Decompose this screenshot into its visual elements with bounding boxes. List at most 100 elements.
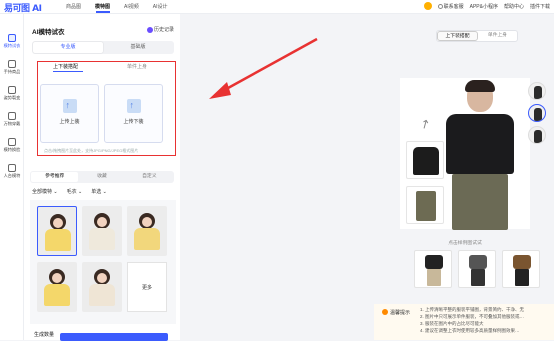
vip-icon[interactable]: [423, 2, 432, 10]
sidebar-item-mannequin[interactable]: 人台模特: [0, 164, 24, 179]
model-pants: [452, 174, 508, 230]
sample-combo[interactable]: [502, 250, 540, 288]
filter-category-label: 毛衣: [66, 189, 77, 195]
sample-combo[interactable]: [458, 250, 496, 288]
sidebar-item-handheld[interactable]: 手持商品: [0, 60, 24, 75]
model-shirt: [89, 284, 115, 306]
shirt-icon: [8, 34, 16, 42]
preview-thumb[interactable]: [528, 104, 546, 122]
sidebar-item-faceswap[interactable]: 模特换脸: [0, 138, 24, 153]
model-thumb[interactable]: [37, 262, 77, 312]
preview-thumb[interactable]: [528, 82, 546, 100]
contact-link[interactable]: 联系客服: [437, 3, 464, 10]
mode-basic[interactable]: 基础版: [103, 42, 173, 53]
nav-item-model-image[interactable]: 模特图: [95, 3, 110, 13]
filter-category[interactable]: 毛衣 ⌄: [67, 188, 83, 195]
model-thumb[interactable]: [82, 262, 122, 312]
chevron-down-icon: ⌄: [53, 189, 58, 195]
filter-model-label: 全部模特: [32, 189, 53, 195]
model-photo: [94, 213, 110, 229]
sample-combo[interactable]: [414, 250, 452, 288]
tips-label: 温馨提示: [390, 310, 411, 316]
tab-recommend[interactable]: 参考推荐: [31, 172, 79, 182]
model-thumb[interactable]: [82, 206, 122, 256]
model-thumb[interactable]: [127, 206, 167, 256]
preview-thumb[interactable]: [528, 126, 546, 144]
hand-icon: [8, 60, 16, 68]
sidebar-label: 万物穿戴: [3, 121, 21, 126]
model-shirt: [45, 229, 71, 251]
nav-item-product-image[interactable]: 商品图: [66, 3, 81, 13]
filter-select[interactable]: 单选 ⌄: [91, 188, 107, 195]
sample-combos: [414, 250, 540, 288]
mannequin-icon: [8, 164, 16, 172]
tip-line: 3. 服装在图片中的占比尽可能大: [420, 321, 484, 326]
history-label: 历史记录: [153, 27, 174, 33]
combo-pants: [515, 269, 529, 286]
model-photo: [139, 213, 155, 229]
model-image: [440, 80, 520, 230]
hanger-icon: [8, 112, 16, 120]
tab-custom[interactable]: 自定义: [126, 172, 173, 182]
model-shirt: [446, 114, 514, 174]
main-nav: 商品图 模特图 AI视频 AI设计: [66, 3, 168, 13]
history-icon: [146, 26, 153, 33]
app-link[interactable]: APP&小程序: [470, 3, 498, 10]
contact-label: 联系客服: [443, 3, 464, 10]
plugin-link[interactable]: 插件下载: [530, 3, 550, 10]
model-thumb[interactable]: [37, 206, 77, 256]
tab-favorites[interactable]: 收藏: [78, 172, 125, 182]
preview-thumbnails: [528, 82, 550, 148]
model-shirt: [134, 228, 160, 250]
model-photo: [49, 269, 65, 285]
preview-tabs: 上下装搭配 单件上身: [436, 30, 518, 42]
combo-shirt: [469, 255, 487, 269]
pants-image: [416, 191, 436, 221]
combo-shirt: [513, 255, 531, 269]
shirt-image: [413, 147, 439, 175]
sidebar-item-pose[interactable]: 姿势裂变: [0, 86, 24, 101]
top-bar: 易可图 AI 商品图 模特图 AI视频 AI设计 联系客服 APP&小程序 帮助…: [0, 0, 554, 14]
panel-title: AI模特试衣: [32, 29, 65, 36]
nav-item-ai-design[interactable]: AI设计: [153, 3, 168, 13]
reference-tabs: 参考推荐 收藏 自定义: [30, 171, 174, 183]
filter-model[interactable]: 全部模特 ⌄: [32, 188, 58, 195]
mode-pro[interactable]: 专业版: [33, 42, 103, 53]
tip-line: 4. 建议在调整上衣时使用较多高质量样例图效果…: [420, 328, 520, 333]
logo[interactable]: 易可图 AI: [4, 1, 42, 14]
combo-shirt: [425, 255, 443, 269]
preview-tab-top-bottom[interactable]: 上下装搭配: [437, 31, 478, 41]
model-photo: [50, 214, 66, 230]
more-button[interactable]: 更多: [127, 262, 167, 312]
sample-hint: 点击样例图试试: [448, 241, 482, 246]
pose-icon: [8, 86, 16, 94]
combo-pants: [427, 269, 441, 286]
preview-tab-single[interactable]: 单件上身: [478, 31, 517, 41]
garment-shirt-card: [406, 141, 444, 179]
highlight-frame: [37, 61, 176, 156]
filter-select-label: 单选: [91, 189, 102, 195]
nav-item-ai-video[interactable]: AI视频: [124, 3, 139, 13]
logo-text: 易可图: [4, 4, 30, 14]
logo-suffix: AI: [32, 4, 42, 14]
top-right-links: 联系客服 APP&小程序 帮助中心 插件下载: [423, 2, 550, 10]
help-link[interactable]: 帮助中心: [504, 3, 524, 10]
face-icon: [8, 138, 16, 146]
tool-sidebar: 模特试衣 手持商品 姿势裂变 万物穿戴 模特换脸 人台模特: [0, 14, 24, 340]
sidebar-item-tryon[interactable]: 模特试衣: [0, 34, 24, 49]
model-shirt: [44, 284, 70, 306]
chevron-down-icon: ⌄: [102, 189, 107, 195]
info-icon: [382, 309, 388, 315]
combo-pants: [471, 269, 485, 286]
quantity-label: 生成数量: [34, 332, 55, 338]
tip-line: 1. 上传清晰平整的服装平铺图，背景简约、干净、无: [420, 307, 525, 312]
history-button[interactable]: 历史记录: [146, 26, 174, 33]
sidebar-label: 姿势裂变: [3, 95, 21, 100]
headset-icon: [437, 3, 443, 9]
garment-pants-card: [406, 186, 444, 224]
model-shirt: [89, 228, 115, 250]
sidebar-item-wear[interactable]: 万物穿戴: [0, 112, 24, 127]
sidebar-label: 模特换脸: [3, 147, 21, 152]
chevron-down-icon: ⌄: [78, 189, 83, 195]
model-photo: [94, 269, 110, 285]
